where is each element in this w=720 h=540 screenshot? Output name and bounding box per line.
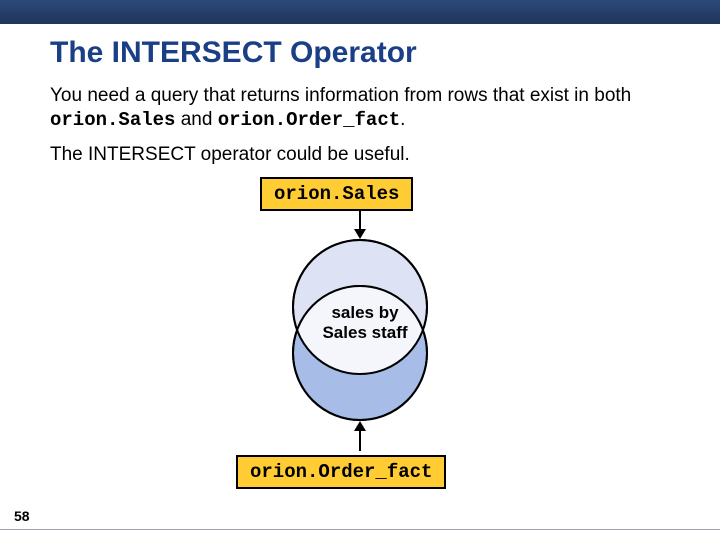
p1-text-b: and <box>175 109 217 130</box>
p1-code-1: orion.Sales <box>50 109 175 131</box>
intersection-label: sales by Sales staff <box>320 303 410 344</box>
intersection-line1: sales by <box>331 303 398 322</box>
arrow-up-icon <box>359 423 361 451</box>
intersection-line2: Sales staff <box>322 323 407 342</box>
p1-text-c: . <box>400 109 405 130</box>
footer-divider <box>0 529 720 530</box>
top-table-label: orion.Sales <box>260 177 413 211</box>
p1-code-2: orion.Order_fact <box>218 109 400 131</box>
venn-diagram: orion.Sales sales by Sales staff orion.O… <box>50 177 670 487</box>
slide-content: The INTERSECT Operator You need a query … <box>0 24 720 487</box>
intro-paragraph-1: You need a query that returns informatio… <box>50 84 670 133</box>
page-number: 58 <box>14 508 30 524</box>
p1-text-a: You need a query that returns informatio… <box>50 85 631 106</box>
page-title: The INTERSECT Operator <box>50 36 670 70</box>
slide-top-bar <box>0 0 720 24</box>
bottom-table-label: orion.Order_fact <box>236 455 446 489</box>
arrow-down-icon <box>359 209 361 237</box>
intro-paragraph-2: The INTERSECT operator could be useful. <box>50 143 670 167</box>
